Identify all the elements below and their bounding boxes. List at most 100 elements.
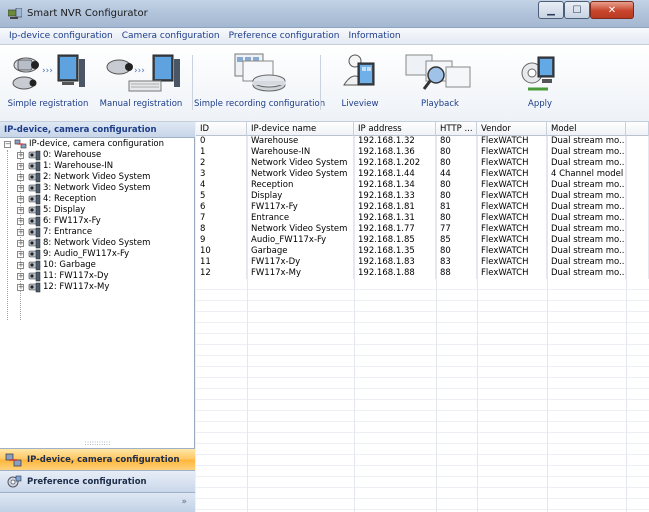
tree-item-label: 4: Reception — [43, 194, 97, 204]
cell-ip-address: 192.168.1.36 — [354, 147, 436, 158]
tree-item[interactable]: +5: Display — [0, 205, 195, 216]
tree-root[interactable]: − IP-device, camera configuration — [0, 139, 195, 150]
table-row[interactable]: 8 Network Video System 192.168.1.77 77 FlexW… — [196, 224, 649, 235]
nav-footer[interactable]: » — [0, 492, 195, 512]
tree-item[interactable]: +1: Warehouse-IN — [0, 161, 195, 172]
table-row[interactable]: 2 Network Video System 192.168.1.202 80 Flex… — [196, 158, 649, 169]
tree-item[interactable]: +4: Reception — [0, 194, 195, 205]
tree-item-label: 11: FW117x-Dy — [43, 271, 109, 281]
liveview-button[interactable]: Liveview — [330, 47, 390, 117]
cell-ip-address: 192.168.1.85 — [354, 235, 436, 246]
expand-icon[interactable]: + — [17, 174, 24, 181]
close-button[interactable]: ✕ — [590, 1, 634, 19]
table-row[interactable]: 7 Entrance 192.168.1.31 80 FlexWATCH Dual str… — [196, 213, 649, 224]
expand-icon[interactable]: + — [17, 152, 24, 159]
cell-ip-device-name: FW117x-Dy — [247, 257, 354, 268]
manual-registration-button[interactable]: ››› Manual registration — [93, 47, 189, 117]
expand-icon[interactable]: + — [17, 218, 24, 225]
tree-item[interactable]: +6: FW117x-Fy — [0, 216, 195, 227]
close-icon: ✕ — [607, 4, 617, 16]
column-header-ip-address[interactable]: IP address — [354, 122, 436, 136]
menu-information[interactable]: Information — [348, 31, 400, 41]
tree-item[interactable]: +12: FW117x-My — [0, 282, 195, 293]
apply-label: Apply — [528, 99, 552, 109]
nav-ip-device-camera-configuration[interactable]: IP-device, camera configuration — [0, 448, 195, 470]
tree-item-label: 2: Network Video System — [43, 172, 151, 182]
maximize-button[interactable]: ☐ — [564, 1, 590, 19]
device-grid: ID IP-device name IP address HTTP ... Ve… — [196, 122, 649, 512]
expand-icon[interactable]: + — [17, 284, 24, 291]
menu-camera-configuration[interactable]: Camera configuration — [122, 31, 220, 41]
simple-registration-label: Simple registration — [7, 99, 89, 109]
table-row[interactable]: 1 Warehouse-IN 192.168.1.36 80 FlexWATCH Dual… — [196, 147, 649, 158]
column-header-http-port[interactable]: HTTP ... — [436, 122, 477, 136]
expand-icon[interactable]: + — [17, 163, 24, 170]
more-chevron-icon[interactable]: » — [181, 497, 187, 507]
column-divider — [477, 136, 478, 512]
tree-item[interactable]: +9: Audio_FW117x-Fy — [0, 249, 195, 260]
tree-item[interactable]: +7: Entrance — [0, 227, 195, 238]
camera-icon — [28, 183, 41, 194]
title-bar[interactable]: Smart NVR Configurator ▁ ☐ ✕ — [0, 0, 649, 28]
cell-id: 11 — [196, 257, 247, 268]
simple-registration-button[interactable]: ››› Simple registration — [4, 47, 92, 117]
simple-recording-configuration-button[interactable]: Simple recording configuration — [194, 47, 325, 117]
table-row[interactable]: 9 Audio_FW117x-Fy 192.168.1.85 85 FlexWATCH D… — [196, 235, 649, 246]
tree-item-label: 5: Display — [43, 205, 86, 215]
camera-icon — [28, 238, 41, 249]
cell-id: 1 — [196, 147, 247, 158]
tree-item[interactable]: +11: FW117x-Dy — [0, 271, 195, 282]
cell-vendor: FlexWATCH — [477, 191, 547, 202]
cell-vendor: FlexWATCH — [477, 202, 547, 213]
column-header-model[interactable]: Model — [547, 122, 626, 136]
column-divider — [436, 136, 437, 512]
expand-icon[interactable]: + — [17, 273, 24, 280]
cell-id: 2 — [196, 158, 247, 169]
cell-vendor: FlexWATCH — [477, 169, 547, 180]
menu-ip-device-configuration[interactable]: Ip-device configuration — [9, 31, 113, 41]
table-row[interactable]: 4 Reception 192.168.1.34 80 FlexWATCH Dual st… — [196, 180, 649, 191]
liveview-person-icon — [343, 54, 375, 86]
expand-icon[interactable]: + — [17, 207, 24, 214]
table-row[interactable]: 0 Warehouse 192.168.1.32 80 FlexWATCH Dual st… — [196, 136, 649, 147]
left-panel-header: IP-device, camera configuration — [0, 122, 195, 138]
expand-icon[interactable]: + — [17, 262, 24, 269]
cell-ip-device-name: Display — [247, 191, 354, 202]
expand-icon[interactable]: + — [17, 240, 24, 247]
table-row[interactable]: 6 FW117x-Fy 192.168.1.81 81 FlexWATCH Dual st… — [196, 202, 649, 213]
table-row[interactable]: 11 FW117x-Dy 192.168.1.83 83 FlexWATCH Dual s… — [196, 257, 649, 268]
menu-preference-configuration[interactable]: Preference configuration — [229, 31, 340, 41]
cell-vendor: FlexWATCH — [477, 268, 547, 279]
expand-icon[interactable]: + — [17, 196, 24, 203]
tree-item-label: 6: FW117x-Fy — [43, 216, 101, 226]
collapse-icon[interactable]: − — [4, 141, 11, 148]
tree-item[interactable]: +10: Garbage — [0, 260, 195, 271]
camera-icon — [28, 150, 41, 161]
table-row[interactable]: 12 FW117x-My 192.168.1.88 88 FlexWATCH Dual s… — [196, 268, 649, 279]
expand-icon[interactable]: + — [17, 185, 24, 192]
cell-http-port: 83 — [436, 257, 477, 268]
minimize-button[interactable]: ▁ — [538, 1, 564, 19]
cell-ip-address: 192.168.1.77 — [354, 224, 436, 235]
tree-item[interactable]: +2: Network Video System — [0, 172, 195, 183]
tree-item[interactable]: +8: Network Video System — [0, 238, 195, 249]
column-header-id[interactable]: ID — [196, 122, 247, 136]
table-row[interactable]: 3 Network Video System 192.168.1.44 44 FlexW… — [196, 169, 649, 180]
table-row[interactable]: 5 Display 192.168.1.33 80 FlexWATCH Dual stre… — [196, 191, 649, 202]
expand-icon[interactable]: + — [17, 229, 24, 236]
tree-item[interactable]: +3: Network Video System — [0, 183, 195, 194]
table-row[interactable]: 10 Garbage 192.168.1.35 80 FlexWATCH Dual str… — [196, 246, 649, 257]
panel-resize-grip[interactable]: ::::::::::: — [0, 440, 195, 448]
expand-icon[interactable]: + — [17, 251, 24, 258]
cell-model: Dual stream mo... — [547, 158, 626, 169]
cell-ip-device-name: FW117x-Fy — [247, 202, 354, 213]
apply-button[interactable]: Apply — [508, 47, 572, 117]
column-header-vendor[interactable]: Vendor — [477, 122, 547, 136]
tree-item[interactable]: +0: Warehouse — [0, 150, 195, 161]
cell-ip-device-name: Network Video System — [247, 224, 354, 235]
cell-vendor: FlexWATCH — [477, 224, 547, 235]
column-header-ip-device-name[interactable]: IP-device name — [247, 122, 354, 136]
playback-button[interactable]: Playback — [400, 47, 480, 117]
nav-preference-configuration[interactable]: Preference configuration — [0, 470, 195, 492]
cell-empty — [626, 202, 649, 213]
